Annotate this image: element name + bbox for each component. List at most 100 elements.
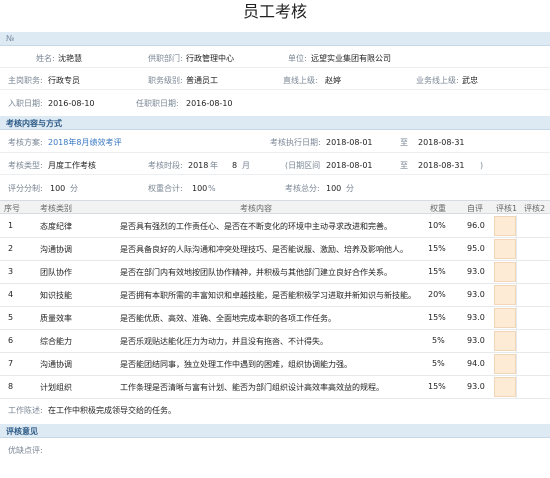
table-row: 1 态度纪律 是否具有强烈的工作责任心、是否在不断变化的环境中主动寻求改进和完善… xyxy=(0,215,550,238)
period-month-unit: 月 xyxy=(242,161,250,170)
plan-link[interactable]: 2018年8月绩效考评 xyxy=(48,137,121,148)
table-row: 3 团队协作 是否在部门内有效地按团队协作精神，并积极与其他部门建立良好合作关系… xyxy=(0,261,550,284)
row-no: 6 xyxy=(8,336,14,345)
col-self: 自评 xyxy=(467,204,483,213)
assessment-table-header: 序号 考核类别 考核内容 权重 自评 评核1 评核2 xyxy=(0,200,550,214)
row-no: 3 xyxy=(8,267,14,276)
row-weight: 15% xyxy=(428,244,446,253)
review1-input[interactable] xyxy=(494,377,516,397)
range-to: 2018-08-31 xyxy=(418,161,465,170)
row-content: 是否具备良好的人际沟通和冲突处理技巧、是否能说服、激励、培养及影响他人。 xyxy=(120,245,408,254)
score-label: 评分分制: xyxy=(8,184,43,193)
unit-label: 单位: xyxy=(288,54,307,63)
dept-label: 供职部门: xyxy=(148,54,183,63)
row-category: 态度纪律 xyxy=(40,222,72,231)
post-value: 行政专员 xyxy=(48,76,80,85)
review1-input[interactable] xyxy=(494,239,516,259)
appoint-label: 任职职日期: xyxy=(136,99,179,108)
table-row: 6 综合能力 是否乐观贴达能化压力为动力，并且没有拖沓、不计得失。 5% 93.… xyxy=(0,330,550,353)
type-label: 考核类型: xyxy=(8,161,43,170)
score-unit: 分 xyxy=(70,184,78,193)
row-weight: 20% xyxy=(428,290,446,299)
row-no: 2 xyxy=(8,244,14,253)
row-content: 是否拥有本职所需的丰富知识和卓越技能，是否能积极学习进取并新知识与新技能。 xyxy=(120,291,416,300)
review1-input[interactable] xyxy=(494,308,516,328)
row-weight: 5% xyxy=(432,336,445,345)
row-category: 质量效率 xyxy=(40,314,72,323)
number-label: № xyxy=(6,34,15,43)
direct-value: 赵婷 xyxy=(325,76,341,85)
row-no: 5 xyxy=(8,313,14,322)
row-self-score: 93.0 xyxy=(467,382,485,391)
work-desc-value: 在工作中积极完成领导交给的任务。 xyxy=(48,406,176,415)
row-no: 1 xyxy=(8,221,14,230)
period-label: 考核时段: xyxy=(148,161,183,170)
level-value: 普通员工 xyxy=(186,76,218,85)
row-category: 沟通协调 xyxy=(40,360,72,369)
join-value: 2016-08-10 xyxy=(48,99,95,108)
row-self-score: 93.0 xyxy=(467,290,485,299)
col-review2: 评核2 xyxy=(524,204,546,213)
opinion-section-title: 评核意见 xyxy=(6,427,38,436)
range-to-label: 至 xyxy=(400,161,408,170)
row-category: 计划组织 xyxy=(40,383,72,392)
exec-date-from: 2018-08-01 xyxy=(326,138,373,147)
advantage-label: 优缺点评: xyxy=(8,446,43,455)
period-month: 8 xyxy=(232,161,238,170)
row-content: 是否在部门内有效地按团队协作精神，并积极与其他部门建立良好合作关系。 xyxy=(120,268,392,277)
row-category: 知识技能 xyxy=(40,291,72,300)
direct-label: 直线上级: xyxy=(283,76,318,85)
review1-input[interactable] xyxy=(494,216,516,236)
row-content: 是否具有强烈的工作责任心、是否在不断变化的环境中主动寻求改进和完善。 xyxy=(120,222,392,231)
weight-total-unit: % xyxy=(208,184,216,193)
total-score-unit: 分 xyxy=(346,184,354,193)
row-no: 4 xyxy=(8,290,14,299)
row-category: 综合能力 xyxy=(40,337,72,346)
page-title: 员工考核 xyxy=(242,2,307,21)
review1-input[interactable] xyxy=(494,285,516,305)
col-review1: 评核1 xyxy=(496,204,518,213)
row-no: 8 xyxy=(8,382,14,391)
range-close: ) xyxy=(480,161,484,170)
table-row: 5 质量效率 是否能优质、高效、准确、全面地完成本职的各项工作任务。 15% 9… xyxy=(0,307,550,330)
col-category: 考核类别 xyxy=(40,204,72,213)
row-no: 7 xyxy=(8,359,14,368)
row-weight: 15% xyxy=(428,267,446,276)
review1-input[interactable] xyxy=(494,331,516,351)
name-value: 沈艳慧 xyxy=(58,54,82,63)
row-weight: 15% xyxy=(428,382,446,391)
table-row: 4 知识技能 是否拥有本职所需的丰富知识和卓越技能，是否能积极学习进取并新知识与… xyxy=(0,284,550,307)
method-section-title: 考核内容与方式 xyxy=(6,119,62,128)
row-self-score: 94.0 xyxy=(467,359,485,368)
range-label: (日期区间 xyxy=(285,161,321,170)
row-category: 团队协作 xyxy=(40,268,72,277)
type-value: 月度工作考核 xyxy=(48,161,96,170)
level-label: 职务级别: xyxy=(148,76,183,85)
table-row: 2 沟通协调 是否具备良好的人际沟通和冲突处理技巧、是否能说服、激励、培养及影响… xyxy=(0,238,550,261)
period-year: 2018 xyxy=(188,161,209,170)
row-weight: 10% xyxy=(428,221,446,230)
exec-to-label: 至 xyxy=(400,138,408,147)
review1-input[interactable] xyxy=(494,354,516,374)
range-from: 2018-08-01 xyxy=(326,161,373,170)
advantage-input[interactable] xyxy=(48,442,544,472)
total-score-value: 100 xyxy=(326,184,342,193)
row-self-score: 93.0 xyxy=(467,336,485,345)
method-section-bar: 考核内容与方式 xyxy=(0,116,550,130)
weight-total-label: 权重合计: xyxy=(148,184,183,193)
review1-input[interactable] xyxy=(494,262,516,282)
total-score-label: 考核总分: xyxy=(285,184,320,193)
plan-label: 考核方案: xyxy=(8,138,43,147)
dept-value: 行政管理中心 xyxy=(186,54,234,63)
col-content: 考核内容 xyxy=(240,204,272,213)
row-self-score: 93.0 xyxy=(467,313,485,322)
table-row: 7 沟通协调 是否能团结同事，独立处理工作中遇到的困难，组织协调能力强。 5% … xyxy=(0,353,550,376)
table-row: 8 计划组织 工作条理是否清晰与富有计划、能否为部门组织设计高效率高效益的规程。… xyxy=(0,376,550,399)
row-content: 是否能优质、高效、准确、全面地完成本职的各项工作任务。 xyxy=(120,314,336,323)
join-label: 入职日期: xyxy=(8,99,43,108)
opinion-section-bar: 评核意见 xyxy=(0,424,550,438)
col-weight: 权重 xyxy=(430,204,446,213)
biz-label: 业务线上级: xyxy=(416,76,459,85)
biz-value: 武忠 xyxy=(462,76,478,85)
row-self-score: 96.0 xyxy=(467,221,485,230)
